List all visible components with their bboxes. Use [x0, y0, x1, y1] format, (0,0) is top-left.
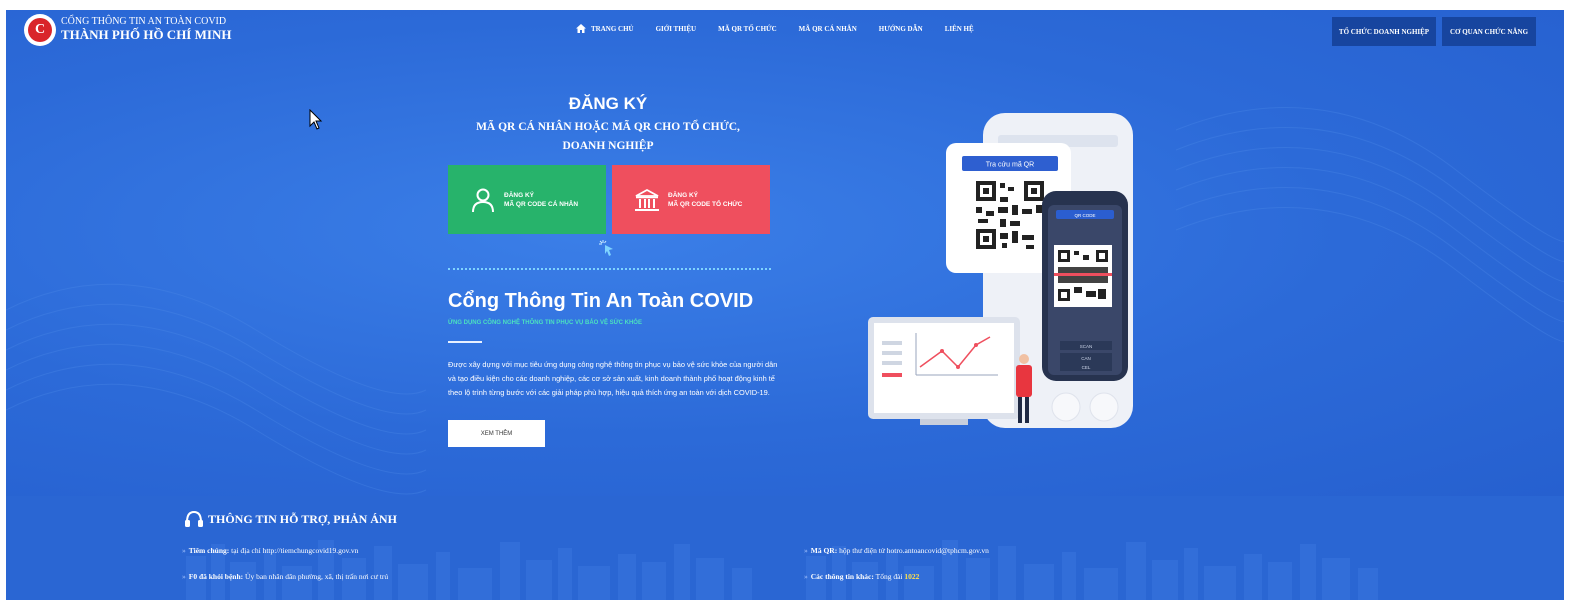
- brand-line-2: THÀNH PHỐ HỒ CHÍ MINH: [61, 27, 232, 42]
- other-text: Tổng đài: [873, 572, 905, 581]
- dotted-divider: [448, 268, 771, 270]
- brand-line-1: CỔNG THÔNG TIN AN TOÀN COVID: [61, 16, 227, 27]
- footer-item-qr: » Mã QR: hộp thư điện tử hotro.antoancovi…: [804, 546, 989, 555]
- cel-label: CEL: [1082, 365, 1091, 370]
- org-card-line2: MÃ QR CODE TỔ CHỨC: [668, 200, 743, 208]
- org-card-text: ĐĂNG KÝ MÃ QR CODE TỔ CHỨC: [668, 191, 742, 209]
- nav-org-qr[interactable]: MÃ QR TỔ CHỨC: [718, 25, 777, 33]
- org-business-button[interactable]: TỔ CHỨC DOANH NGHIỆP: [1332, 17, 1436, 46]
- nav-guide[interactable]: HƯỚNG DẪN: [879, 25, 923, 33]
- read-more-button[interactable]: XEM THÊM: [448, 420, 545, 447]
- nav-home[interactable]: TRANG CHỦ: [576, 24, 634, 33]
- register-subtitle: MÃ QR CÁ NHÂN HOẶC MÃ QR CHO TỔ CHỨC, DO…: [476, 121, 740, 152]
- footer: THÔNG TIN HỖ TRỢ, PHẢN ÁNH » Tiêm chủng: …: [6, 496, 1564, 600]
- org-card-line1: ĐĂNG KÝ: [668, 191, 698, 199]
- personal-card-line1: ĐĂNG KÝ: [504, 191, 534, 199]
- personal-card-line2: MÃ QR CODE CÁ NHÂN: [504, 200, 579, 208]
- nav-about[interactable]: GIỚI THIỆU: [656, 25, 697, 33]
- register-title: ĐĂNG KÝ: [568, 94, 648, 113]
- qr-code-label: QR CODE: [1074, 213, 1095, 218]
- f0-label: F0 đã khỏi bệnh:: [188, 572, 244, 581]
- nav-contact[interactable]: LIÊN HỆ: [945, 25, 974, 33]
- f0-text: Ủy ban nhân dân phường, xã, thị trấn nơi…: [243, 572, 389, 581]
- support-heading-text: THÔNG TIN HỖ TRỢ, PHẢN ÁNH: [208, 511, 397, 526]
- scan-label: SCAN: [1080, 344, 1093, 349]
- qr-illustration: Tra cứu mã QR QR CODE SCAN CAN CEL: [868, 113, 1133, 428]
- click-pointer-icon: [599, 240, 613, 256]
- page: C CỔNG THÔNG TIN AN TOÀN COVID THÀNH PHỐ…: [6, 10, 1564, 600]
- personal-card-text: ĐĂNG KÝ MÃ QR CODE CÁ NHÂN: [504, 191, 578, 209]
- header: C CỔNG THÔNG TIN AN TOÀN COVID THÀNH PHỐ…: [6, 10, 1564, 52]
- main-nav: TRANG CHỦ GIỚI THIỆU MÃ QR TỔ CHỨC MÃ QR…: [576, 24, 974, 33]
- support-heading: THÔNG TIN HỖ TRỢ, PHẢN ÁNH: [184, 510, 397, 528]
- nav-personal-qr[interactable]: MÃ QR CÁ NHÂN: [799, 25, 857, 33]
- person-icon: [472, 188, 494, 212]
- mouse-cursor-icon: [309, 109, 323, 130]
- logo-mark: C: [28, 18, 52, 42]
- footer-item-f0: » F0 đã khỏi bệnh: Ủy ban nhân dân phường…: [182, 572, 389, 581]
- title-underline: [448, 341, 482, 343]
- portal-title: Cổng Thông Tin An Toàn COVID: [448, 290, 754, 312]
- vaccination-label: Tiêm chủng:: [188, 546, 230, 555]
- lookup-qr-label: Tra cứu mã QR: [986, 162, 1034, 169]
- agency-button[interactable]: CƠ QUAN CHỨC NĂNG: [1442, 17, 1536, 46]
- can-label: CAN: [1081, 356, 1091, 361]
- footer-item-vaccination: » Tiêm chủng: tại địa chỉ http://tiemchun…: [182, 546, 359, 555]
- other-label: Các thông tin khác:: [810, 572, 874, 581]
- nav-home-label: TRANG CHỦ: [591, 24, 634, 33]
- bank-building-icon: [635, 188, 659, 211]
- hotline-number[interactable]: 1022: [904, 572, 919, 581]
- qr-text[interactable]: hộp thư điện tử hotro.antoancovid@tphcm.…: [837, 546, 989, 555]
- logo[interactable]: C: [24, 14, 56, 46]
- headphones-icon: [185, 510, 203, 527]
- portal-description: Được xây dựng với mục tiêu ứng dụng công…: [448, 360, 778, 397]
- register-org-qr-card[interactable]: ĐĂNG KÝ MÃ QR CODE TỔ CHỨC: [612, 165, 770, 234]
- qr-label: Mã QR:: [810, 546, 838, 555]
- register-personal-qr-card[interactable]: ĐĂNG KÝ MÃ QR CODE CÁ NHÂN: [448, 165, 606, 234]
- portal-tagline: ỨNG DỤNG CÔNG NGHỆ THÔNG TIN PHỤC VỤ BẢO…: [448, 320, 642, 326]
- vaccination-text[interactable]: tại địa chỉ http://tiemchungcovid19.gov.…: [229, 546, 358, 555]
- home-icon: [576, 24, 586, 33]
- footer-item-other: » Các thông tin khác: Tổng đài 1022: [804, 572, 920, 581]
- hero-background: [6, 10, 1564, 496]
